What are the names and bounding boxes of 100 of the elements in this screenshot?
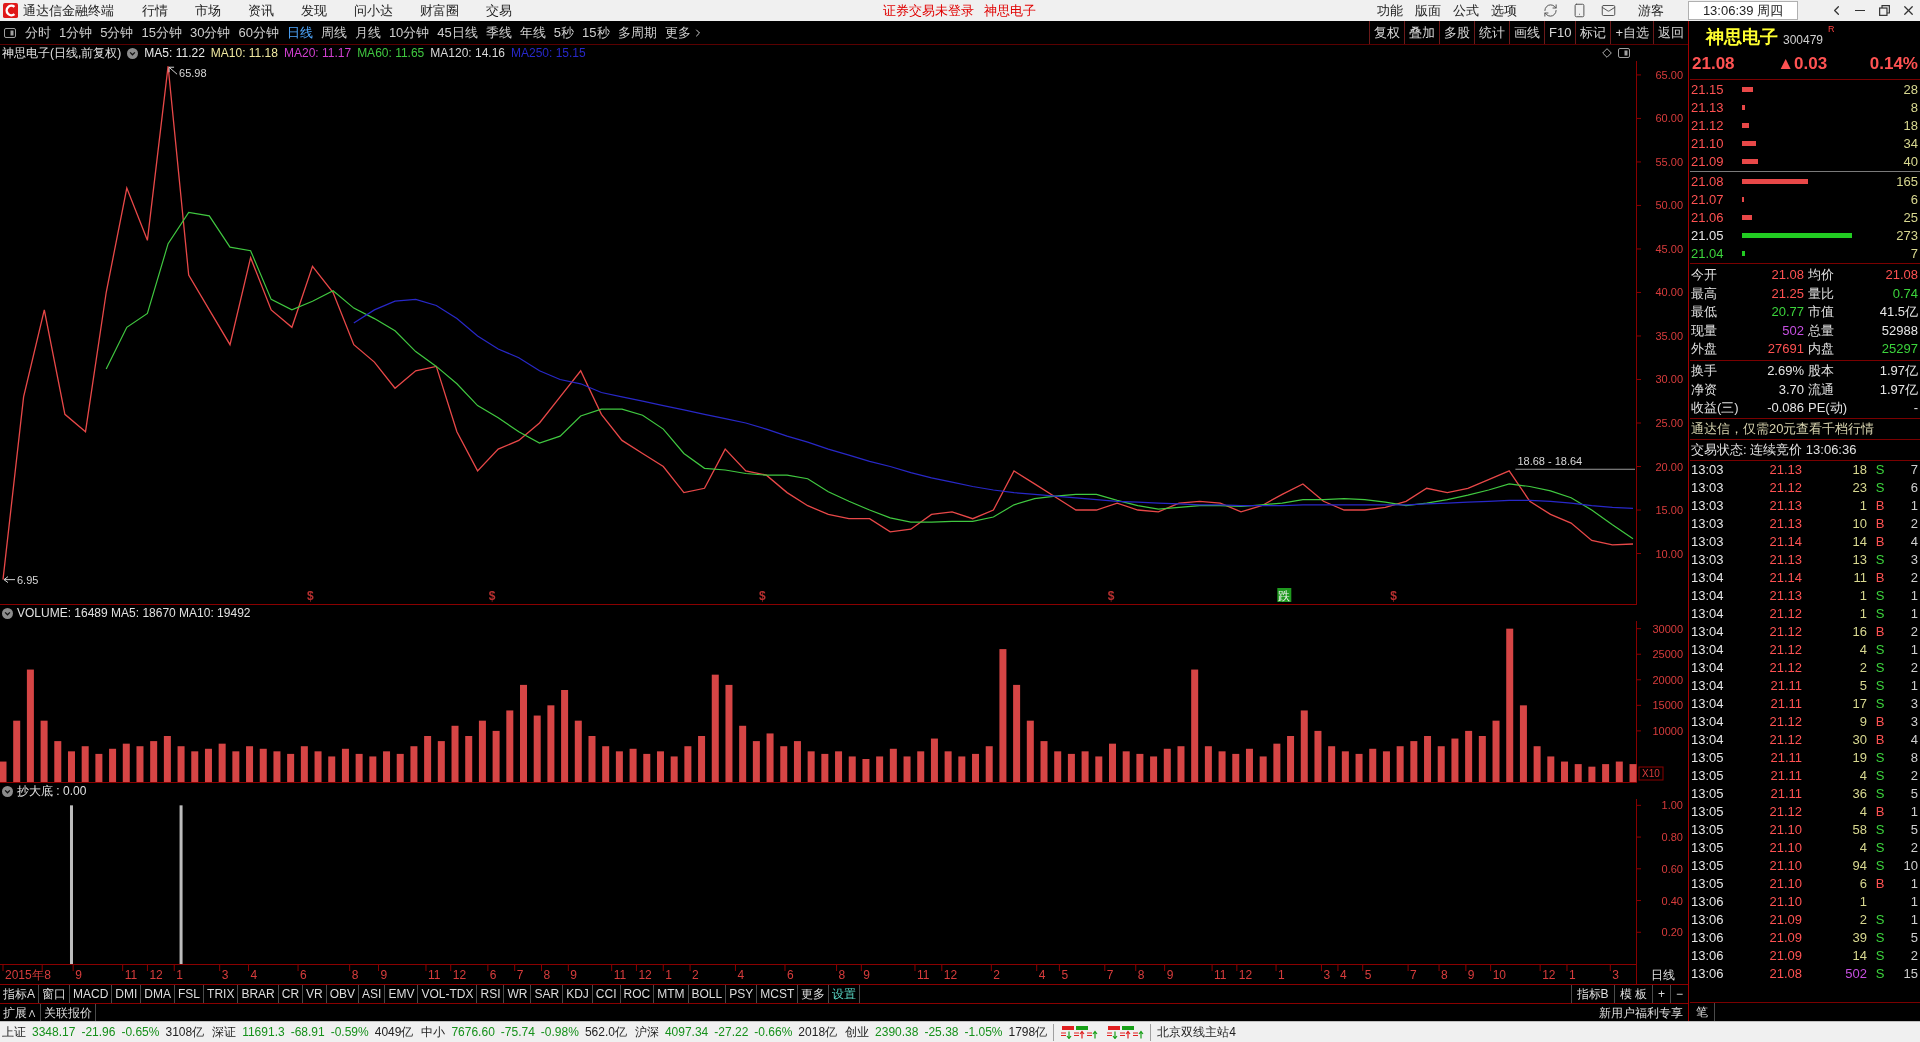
index-change: -68.91 [290, 1024, 325, 1041]
server-label[interactable]: 北京双线主站4 [1151, 1023, 1236, 1041]
indicator-tab[interactable]: SAR [531, 985, 564, 1003]
axis-label: 0.80 [1661, 831, 1683, 844]
period-tab[interactable]: 30分钟 [186, 22, 234, 43]
phone-icon[interactable] [1572, 3, 1587, 18]
index-name[interactable]: 上证 [2, 1023, 26, 1041]
menu-item[interactable]: 选项 [1491, 0, 1517, 21]
indicator-tab[interactable]: EMV [385, 985, 419, 1003]
indicator-tab[interactable]: 指标A [0, 985, 39, 1003]
period-tab[interactable]: 多周期 [614, 22, 660, 43]
mail-icon[interactable] [1601, 3, 1616, 18]
toolbar-button[interactable]: 多股 [1439, 21, 1474, 44]
toolbar-button[interactable]: 画线 [1509, 21, 1544, 44]
period-tab[interactable]: 年线 [516, 22, 549, 43]
volume-bar [68, 751, 75, 782]
toolbar-button[interactable]: +自选 [1610, 21, 1653, 44]
period-tab[interactable]: 15分钟 [138, 22, 185, 43]
indicator-tab[interactable]: ASI [359, 985, 386, 1003]
toolbar-button[interactable]: 统计 [1474, 21, 1509, 44]
menu-item[interactable]: 行情 [142, 0, 168, 21]
indicator-tab[interactable]: TRIX [204, 985, 239, 1003]
indicator-tab[interactable]: 更多 [798, 985, 830, 1003]
volume-bar [821, 753, 829, 782]
volume-bar [1245, 748, 1253, 782]
period-tab[interactable]: 季线 [482, 22, 515, 43]
indicator-tab[interactable]: 设置 [829, 985, 861, 1003]
trade-count: 1 [1909, 911, 1919, 930]
panel-button[interactable]: 模 板 [1613, 985, 1652, 1003]
panel-toggle-icon[interactable] [1618, 48, 1630, 58]
menu-item[interactable]: 交易 [486, 0, 512, 21]
menu-item[interactable]: 功能 [1377, 0, 1403, 21]
menu-item[interactable]: 财富圈 [420, 0, 459, 21]
refresh-icon[interactable] [1543, 3, 1558, 18]
period-tab[interactable]: 1分钟 [56, 22, 96, 43]
logo-icon [3, 3, 18, 18]
axis-label: 1 [1278, 968, 1285, 982]
panel-button[interactable]: − [1670, 985, 1688, 1003]
toolbar-button[interactable]: F10 [1544, 21, 1576, 44]
period-tab[interactable]: 分时 [22, 22, 54, 43]
period-tab[interactable]: 5分钟 [97, 22, 137, 43]
index-name[interactable]: 中小 [421, 1023, 446, 1041]
toolbar-button[interactable]: 标记 [1575, 21, 1611, 44]
indicator-tab[interactable]: PSY [726, 985, 758, 1003]
index-name[interactable]: 深证 [212, 1023, 237, 1041]
index-name[interactable]: 创业 [845, 1023, 870, 1041]
indicator-tab[interactable]: BRAR [238, 985, 279, 1003]
panel-button[interactable]: 指标B [1570, 985, 1614, 1003]
panel-button[interactable]: + [1651, 985, 1670, 1003]
toolbar-button[interactable]: 叠加 [1404, 21, 1439, 44]
promo-text[interactable]: 通达信，仅需20元查看千档行情 [1691, 419, 1875, 439]
period-tab[interactable]: 5秒 [550, 22, 578, 43]
indicator-tab[interactable]: ROC [620, 985, 655, 1003]
period-tab[interactable]: 月线 [351, 22, 384, 43]
indicator-tab[interactable]: DMI [112, 985, 142, 1003]
indicator-tab[interactable]: DMA [141, 985, 176, 1003]
volume-bar [1547, 756, 1555, 782]
toolbar-button[interactable]: 复权 [1369, 21, 1404, 44]
toolbar-button[interactable]: 返回 [1653, 21, 1688, 44]
diamond-icon[interactable] [1602, 48, 1612, 58]
chevron-circle-icon[interactable] [2, 785, 13, 797]
menu-item[interactable]: 市场 [195, 0, 221, 21]
period-tab[interactable]: 周线 [317, 22, 350, 43]
indicator-tab[interactable]: MACD [70, 985, 113, 1003]
indicator-tab[interactable]: MCST [757, 985, 799, 1003]
indicator-tab[interactable]: VOL-TDX [418, 985, 478, 1003]
promo-link[interactable]: 新用户福利专享 [1594, 1004, 1688, 1021]
stat-value: 27691 [1767, 340, 1804, 359]
period-tab[interactable]: 15秒 [579, 22, 613, 43]
indicator-tab[interactable]: 窗口 [39, 985, 70, 1003]
menu-item[interactable]: 公式 [1453, 0, 1479, 21]
menu-item[interactable]: 问小达 [354, 0, 393, 21]
panel-toggle-icon[interactable] [4, 27, 16, 38]
menu-item[interactable]: 发现 [301, 0, 327, 21]
menu-item[interactable]: 版面 [1415, 0, 1441, 21]
indicator-tab[interactable]: WR [504, 985, 532, 1003]
indicator-tab[interactable]: CCI [592, 985, 621, 1003]
chevron-circle-icon[interactable] [127, 47, 139, 59]
indicator-tab[interactable]: VR [303, 985, 327, 1003]
indicator-tab[interactable]: MTM [654, 985, 689, 1003]
axis-label: 0.20 [1661, 926, 1683, 939]
trade-volume: 18 [1851, 461, 1867, 480]
indicator-tab[interactable]: BOLL [688, 985, 727, 1003]
indicator-tab[interactable]: FSL [175, 985, 205, 1003]
indicator-tab[interactable]: KDJ [563, 985, 593, 1003]
user-label[interactable]: 游客 [1638, 0, 1664, 21]
period-tab[interactable]: 60分钟 [235, 22, 282, 43]
trade-time: 13:05 [1690, 785, 1725, 804]
indicator-tab[interactable]: RSI [477, 985, 505, 1003]
period-tab[interactable]: 45日线 [434, 22, 481, 43]
period-tab[interactable]: 日线 [283, 22, 316, 43]
indicator-tab[interactable]: OBV [326, 985, 360, 1003]
menu-item[interactable]: 资讯 [248, 0, 274, 21]
period-tab[interactable]: 10分钟 [385, 22, 433, 43]
trade-price: 21.12 [1768, 641, 1802, 660]
chevron-circle-icon[interactable] [2, 607, 13, 619]
index-name[interactable]: 沪深 [634, 1023, 659, 1041]
period-label[interactable]: 日线 [1636, 965, 1688, 984]
indicator-tab[interactable]: CR [278, 985, 304, 1003]
more-button[interactable]: 更多 [661, 22, 707, 43]
